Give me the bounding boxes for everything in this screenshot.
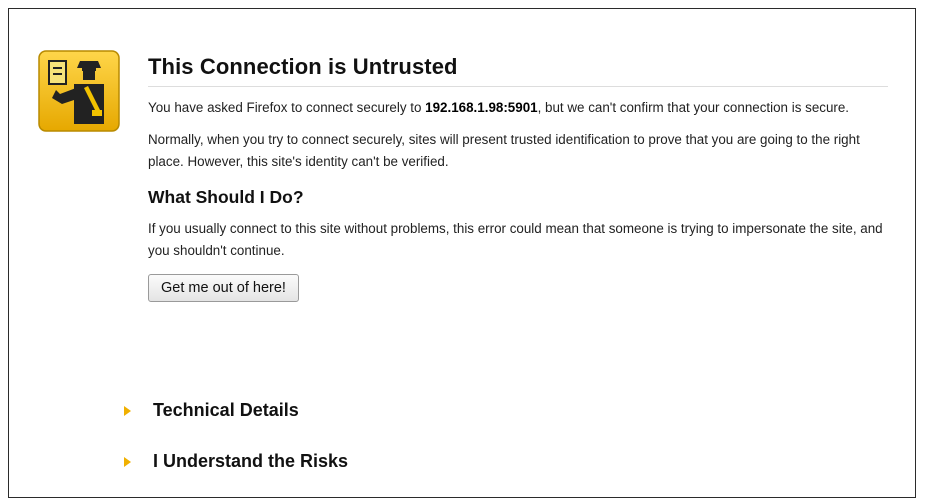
untrusted-connection-guard-icon xyxy=(36,48,122,134)
understand-risks-label: I Understand the Risks xyxy=(153,451,349,471)
explanation-paragraph: Normally, when you try to connect secure… xyxy=(148,132,860,169)
intro-suffix: , but we can't confirm that your connect… xyxy=(537,100,850,115)
what-should-i-do-heading: What Should I Do? xyxy=(148,187,304,207)
intro-prefix: You have asked Firefox to connect secure… xyxy=(148,100,426,115)
host-address: 192.168.1.98:5901 xyxy=(425,100,538,115)
main-content: This Connection is Untrusted You have as… xyxy=(148,54,888,302)
technical-details-expander[interactable]: Technical Details xyxy=(124,400,299,421)
expand-arrow-icon xyxy=(124,456,131,467)
expand-arrow-icon xyxy=(124,405,131,416)
technical-details-label: Technical Details xyxy=(153,400,299,420)
advice-paragraph: If you usually connect to this site with… xyxy=(148,221,883,258)
intro-paragraph: You have asked Firefox to connect secure… xyxy=(148,97,888,119)
get-me-out-button[interactable]: Get me out of here! xyxy=(148,274,299,302)
page-title: This Connection is Untrusted xyxy=(148,54,888,87)
understand-risks-expander[interactable]: I Understand the Risks xyxy=(124,451,348,472)
